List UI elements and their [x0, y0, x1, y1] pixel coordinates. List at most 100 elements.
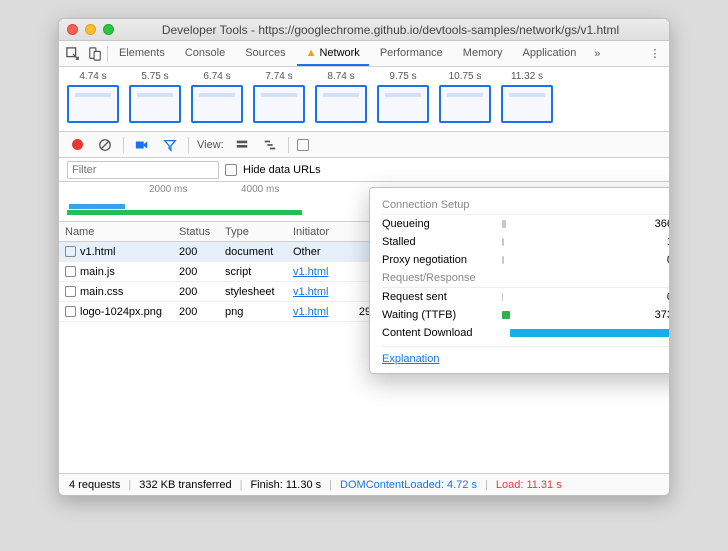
filmstrip-frame[interactable]: 8.74 s: [315, 71, 367, 123]
summary-dcl: DOMContentLoaded: 4.72 s: [340, 479, 477, 491]
timing-label: Queueing: [382, 218, 502, 230]
row-checkbox[interactable]: [65, 266, 76, 277]
request-type: stylesheet: [225, 286, 293, 298]
filmstrip-frame[interactable]: 4.74 s: [67, 71, 119, 123]
waterfall-icon[interactable]: [260, 135, 280, 155]
frame-thumbnail: [253, 85, 305, 123]
row-checkbox[interactable]: [65, 286, 76, 297]
timing-total: 10.96 s: [669, 353, 670, 365]
frame-thumbnail: [439, 85, 491, 123]
timing-value: 1.18 ms: [634, 236, 670, 248]
group-checkbox[interactable]: [297, 139, 309, 151]
request-initiator[interactable]: v1.html: [293, 286, 347, 298]
filmstrip-frame[interactable]: 11.32 s: [501, 71, 553, 123]
panel-tabbar: ElementsConsoleSources▲NetworkPerformanc…: [59, 41, 669, 67]
timing-row: Stalled 1.18 ms: [382, 233, 670, 251]
record-button[interactable]: [67, 135, 87, 155]
frame-time: 7.74 s: [265, 71, 292, 82]
frame-time: 4.74 s: [79, 71, 106, 82]
overview-tick: 2000 ms: [149, 184, 187, 195]
col-type[interactable]: Type: [225, 226, 293, 238]
row-checkbox[interactable]: [65, 306, 76, 317]
timing-section-header: Connection SetupTIME: [382, 196, 670, 215]
timing-label: Stalled: [382, 236, 502, 248]
request-name: main.css: [80, 286, 123, 298]
summary-bar: 4 requests | 332 KB transferred | Finish…: [59, 473, 669, 495]
timing-value: 366.20 ms: [634, 218, 670, 230]
overview-bar: [67, 210, 302, 215]
timing-row: Content Download10.22 s: [382, 324, 670, 342]
timing-row: Waiting (TTFB) 373.77 ms: [382, 306, 670, 324]
request-type: script: [225, 266, 293, 278]
tab-performance[interactable]: Performance: [371, 42, 452, 66]
filmstrip-frame[interactable]: 10.75 s: [439, 71, 491, 123]
timing-value: 373.77 ms: [634, 309, 670, 321]
camera-icon[interactable]: [132, 135, 152, 155]
filmstrip: 4.74 s 5.75 s 6.74 s 7.74 s 8.74 s 9.75 s 10.7…: [59, 67, 669, 132]
inspect-icon[interactable]: [63, 44, 83, 64]
minimize-icon[interactable]: [85, 24, 96, 35]
large-rows-icon[interactable]: [232, 135, 252, 155]
filter-input[interactable]: [67, 161, 219, 179]
filter-icon[interactable]: [160, 135, 180, 155]
timing-label: Content Download: [382, 327, 502, 339]
explanation-link[interactable]: Explanation: [382, 353, 440, 365]
timing-label: Request sent: [382, 291, 502, 303]
filmstrip-frame[interactable]: 5.75 s: [129, 71, 181, 123]
frame-time: 6.74 s: [203, 71, 230, 82]
hide-data-urls-checkbox[interactable]: [225, 164, 237, 176]
summary-finish: Finish: 11.30 s: [250, 479, 321, 491]
request-name: logo-1024px.png: [80, 306, 162, 318]
filmstrip-frame[interactable]: 9.75 s: [377, 71, 429, 123]
request-status: 200: [179, 246, 225, 258]
row-checkbox[interactable]: [65, 246, 76, 257]
request-status: 200: [179, 266, 225, 278]
device-toggle-icon[interactable]: [85, 44, 105, 64]
kebab-menu-icon[interactable]: ⋮: [645, 44, 665, 64]
devtools-window: Developer Tools - https://googlechrome.g…: [58, 18, 670, 496]
timing-value: 0.52 ms: [634, 254, 670, 266]
frame-time: 10.75 s: [449, 71, 482, 82]
tab-elements[interactable]: Elements: [110, 42, 174, 66]
request-name: main.js: [80, 266, 115, 278]
filter-row: Hide data URLs: [59, 158, 669, 182]
tab-sources[interactable]: Sources: [236, 42, 294, 66]
overview-tick: 4000 ms: [241, 184, 279, 195]
request-type: document: [225, 246, 293, 258]
frame-thumbnail: [315, 85, 367, 123]
clear-button[interactable]: [95, 135, 115, 155]
request-initiator[interactable]: v1.html: [293, 306, 347, 318]
col-status[interactable]: Status: [179, 226, 225, 238]
summary-load: Load: 11.31 s: [496, 479, 562, 491]
timing-row: Request sent0.10 ms: [382, 288, 670, 306]
window-title: Developer Tools - https://googlechrome.g…: [120, 23, 661, 37]
col-initiator[interactable]: Initiator: [293, 226, 347, 238]
zoom-icon[interactable]: [103, 24, 114, 35]
frame-time: 5.75 s: [141, 71, 168, 82]
divider: [107, 46, 108, 62]
frame-thumbnail: [67, 85, 119, 123]
warning-icon: ▲: [306, 47, 317, 59]
close-icon[interactable]: [67, 24, 78, 35]
tab-application[interactable]: Application: [514, 42, 586, 66]
timing-label: Waiting (TTFB): [382, 309, 502, 321]
timing-bar: [510, 329, 670, 337]
more-tabs-icon[interactable]: »: [587, 44, 607, 64]
filmstrip-frame[interactable]: 7.74 s: [253, 71, 305, 123]
filmstrip-frame[interactable]: 6.74 s: [191, 71, 243, 123]
col-name[interactable]: Name: [59, 226, 179, 238]
timing-popover: Connection SetupTIME Queueing 366.20 ms Sta…: [369, 187, 670, 374]
tab-memory[interactable]: Memory: [454, 42, 512, 66]
frame-time: 8.74 s: [327, 71, 354, 82]
request-name: v1.html: [80, 246, 115, 258]
request-initiator[interactable]: Other: [293, 246, 347, 258]
frame-thumbnail: [501, 85, 553, 123]
request-initiator[interactable]: v1.html: [293, 266, 347, 278]
timing-row: Queueing 366.20 ms: [382, 215, 670, 233]
timing-bar: [502, 220, 506, 228]
request-type: png: [225, 306, 293, 318]
timing-label: Proxy negotiation: [382, 254, 502, 266]
tab-network[interactable]: ▲Network: [297, 42, 369, 66]
tab-console[interactable]: Console: [176, 42, 234, 66]
frame-time: 9.75 s: [389, 71, 416, 82]
